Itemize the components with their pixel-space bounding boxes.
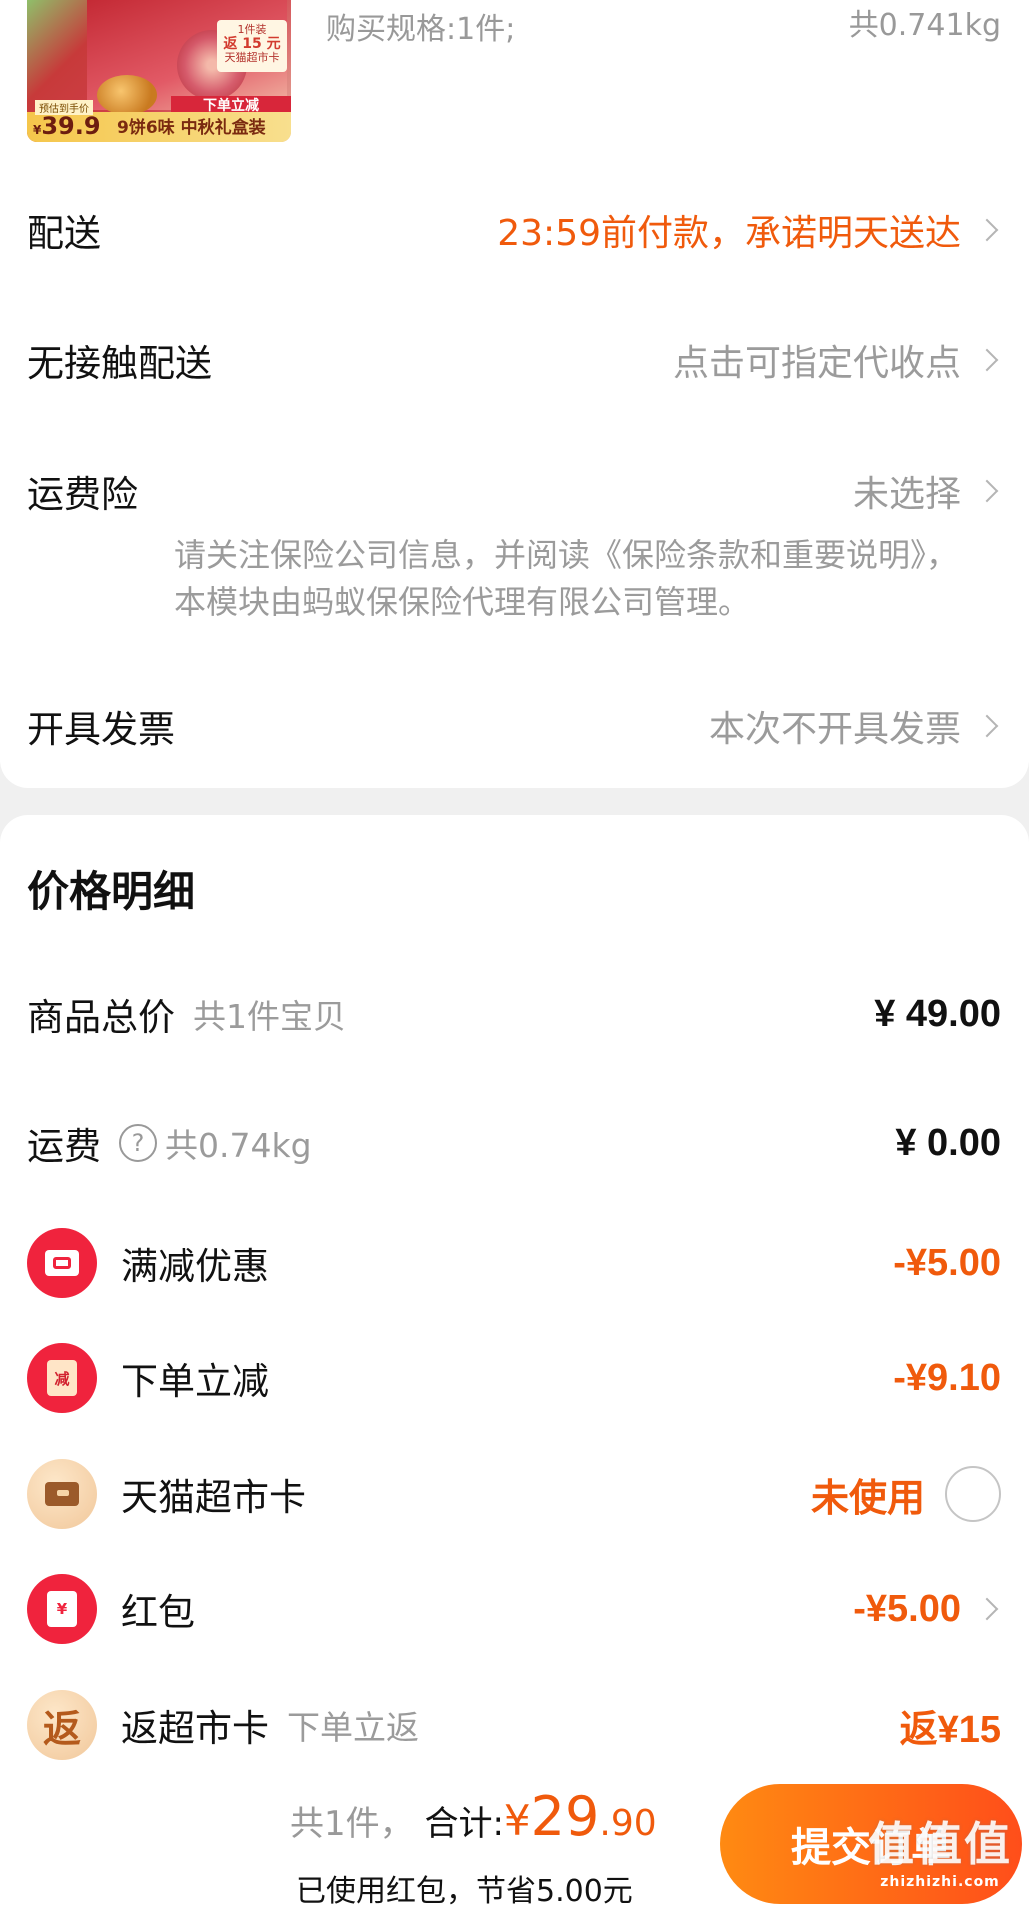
wallet-card-icon bbox=[27, 1459, 97, 1529]
shipping-fee-row: 运费 ? 共0.74kg ¥ 0.00 bbox=[27, 1108, 1001, 1178]
coupon-ticket-icon bbox=[27, 1228, 97, 1298]
rebate-amount: 返¥15 bbox=[899, 1708, 1001, 1751]
total-integer: 29 bbox=[530, 1785, 600, 1848]
card-glyph bbox=[45, 1482, 79, 1506]
market-card-radio[interactable] bbox=[945, 1466, 1001, 1522]
order-info-card: 1件装 返 15 元 天猫超市卡 下单立减 预估到手价 ¥39.9 9饼6味 中… bbox=[0, 0, 1029, 788]
rebate-card-row: 返 返超市卡 下单立返 返¥15 bbox=[27, 1690, 1001, 1760]
goods-count: 共1件宝贝 bbox=[193, 997, 346, 1036]
total-label: 合计: bbox=[424, 1804, 504, 1844]
ticket-glyph bbox=[45, 1250, 79, 1276]
contactless-delivery-row[interactable]: 无接触配送 点击可指定代收点 bbox=[27, 330, 1001, 390]
contactless-value: 点击可指定代收点 bbox=[673, 334, 1001, 386]
invoice-label: 开具发票 bbox=[27, 708, 175, 751]
red-packet-label: 红包 bbox=[121, 1591, 195, 1634]
shipping-fee-amount: ¥ 0.00 bbox=[895, 1121, 1001, 1164]
goods-total-label: 商品总价 bbox=[27, 996, 175, 1039]
product-spec: 购买规格:1件; bbox=[326, 12, 516, 47]
red-packet-glyph: ¥ bbox=[47, 1591, 77, 1627]
delivery-row[interactable]: 配送 23:59前付款，承诺明天送达 bbox=[27, 200, 1001, 260]
chevron-right-icon bbox=[975, 714, 999, 738]
contactless-value-text: 点击可指定代收点 bbox=[672, 343, 961, 384]
order-total: 共1件， 合计:¥29.90 bbox=[290, 1785, 657, 1848]
rebate-tag-line1: 1件装 bbox=[237, 23, 267, 36]
full-discount-row: 满减优惠 -¥5.00 bbox=[27, 1228, 1001, 1298]
rebate-tag-line3: 天猫超市卡 bbox=[224, 51, 280, 64]
order-discount-amount: -¥9.10 bbox=[893, 1356, 1001, 1399]
full-discount-amount: -¥5.00 bbox=[893, 1241, 1001, 1284]
watermark-url: zhizhizhi.com bbox=[880, 1874, 1000, 1890]
product-weight: 共0.741kg bbox=[848, 8, 1001, 43]
thumb-description: 9饼6味 中秋礼盒装 bbox=[117, 118, 266, 138]
rebate-tag: 1件装 返 15 元 天猫超市卡 bbox=[217, 20, 287, 72]
chevron-right-icon bbox=[975, 479, 999, 503]
red-packet-icon: ¥ bbox=[27, 1574, 97, 1644]
market-card-label: 天猫超市卡 bbox=[121, 1476, 306, 1519]
product-thumbnail[interactable]: 1件装 返 15 元 天猫超市卡 下单立减 预估到手价 ¥39.9 9饼6味 中… bbox=[27, 0, 291, 142]
insurance-value: 未选择 bbox=[853, 465, 1001, 517]
delivery-label: 配送 bbox=[27, 212, 101, 255]
item-count: 共1件， bbox=[290, 1804, 414, 1844]
rebate-glyph: 返 bbox=[42, 1706, 81, 1751]
discount-envelope-icon: 减 bbox=[27, 1343, 97, 1413]
goods-total-row: 商品总价 共1件宝贝 ¥ 49.00 bbox=[27, 979, 1001, 1049]
rebate-tag-amount: 返 15 元 bbox=[223, 36, 281, 52]
watermark: 值值值 zhizhizhi.com bbox=[868, 1808, 1012, 1890]
chevron-right-icon bbox=[975, 1597, 999, 1621]
market-card-status: 未使用 bbox=[810, 1475, 925, 1520]
red-packet-amount-wrap: -¥5.00 bbox=[853, 1588, 1001, 1631]
delivery-value: 23:59前付款，承诺明天送达 bbox=[497, 204, 1001, 256]
invoice-row[interactable]: 开具发票 本次不开具发票 bbox=[27, 696, 1001, 756]
insurance-value-text: 未选择 bbox=[852, 474, 961, 515]
rebate-label: 返超市卡 bbox=[121, 1707, 269, 1750]
help-icon[interactable]: ? bbox=[119, 1124, 157, 1162]
rebate-sub: 下单立返 bbox=[287, 1708, 419, 1747]
goods-total-amount: ¥ 49.00 bbox=[874, 992, 1001, 1035]
thumb-price: ¥39.9 bbox=[33, 112, 101, 140]
rebate-icon: 返 bbox=[27, 1690, 97, 1760]
discount-envelope-glyph: 减 bbox=[47, 1360, 77, 1396]
order-discount-label: 下单立减 bbox=[121, 1360, 269, 1403]
price-detail-title: 价格明细 bbox=[27, 867, 196, 916]
savings-text: 已使用红包，节省5.00元 bbox=[296, 1874, 633, 1909]
insurance-note[interactable]: 请关注保险公司信息，并阅读《保险条款和重要说明》，本模块由蚂蚁保保险代理有限公司… bbox=[174, 532, 964, 626]
order-discount-row: 减 下单立减 -¥9.10 bbox=[27, 1343, 1001, 1413]
chevron-right-icon bbox=[975, 348, 999, 372]
mooncake-image bbox=[97, 75, 157, 115]
total-currency: ¥ bbox=[503, 1796, 531, 1845]
thumb-price-value: 39.9 bbox=[41, 112, 101, 140]
invoice-value-text: 本次不开具发票 bbox=[708, 709, 961, 750]
shipping-fee-label: 运费 bbox=[27, 1125, 101, 1168]
red-packet-amount: -¥5.00 bbox=[853, 1587, 961, 1630]
insurance-label: 运费险 bbox=[27, 473, 138, 516]
red-packet-row[interactable]: ¥ 红包 -¥5.00 bbox=[27, 1574, 1001, 1644]
submit-order-button[interactable]: 提交订单 值值值 zhizhizhi.com bbox=[720, 1784, 1022, 1904]
shipping-insurance-row[interactable]: 运费险 未选择 bbox=[27, 461, 1001, 521]
delivery-value-text: 23:59前付款，承诺明天送达 bbox=[497, 213, 961, 254]
shipping-weight: 共0.74kg bbox=[165, 1126, 312, 1165]
watermark-text: 值值值 bbox=[868, 1817, 1012, 1871]
contactless-label: 无接触配送 bbox=[27, 342, 212, 385]
chevron-right-icon bbox=[975, 218, 999, 242]
market-card-row[interactable]: 天猫超市卡 未使用 bbox=[27, 1459, 1001, 1529]
invoice-value: 本次不开具发票 bbox=[709, 700, 1001, 752]
total-decimal: .90 bbox=[599, 1803, 657, 1844]
full-discount-label: 满减优惠 bbox=[121, 1245, 269, 1288]
